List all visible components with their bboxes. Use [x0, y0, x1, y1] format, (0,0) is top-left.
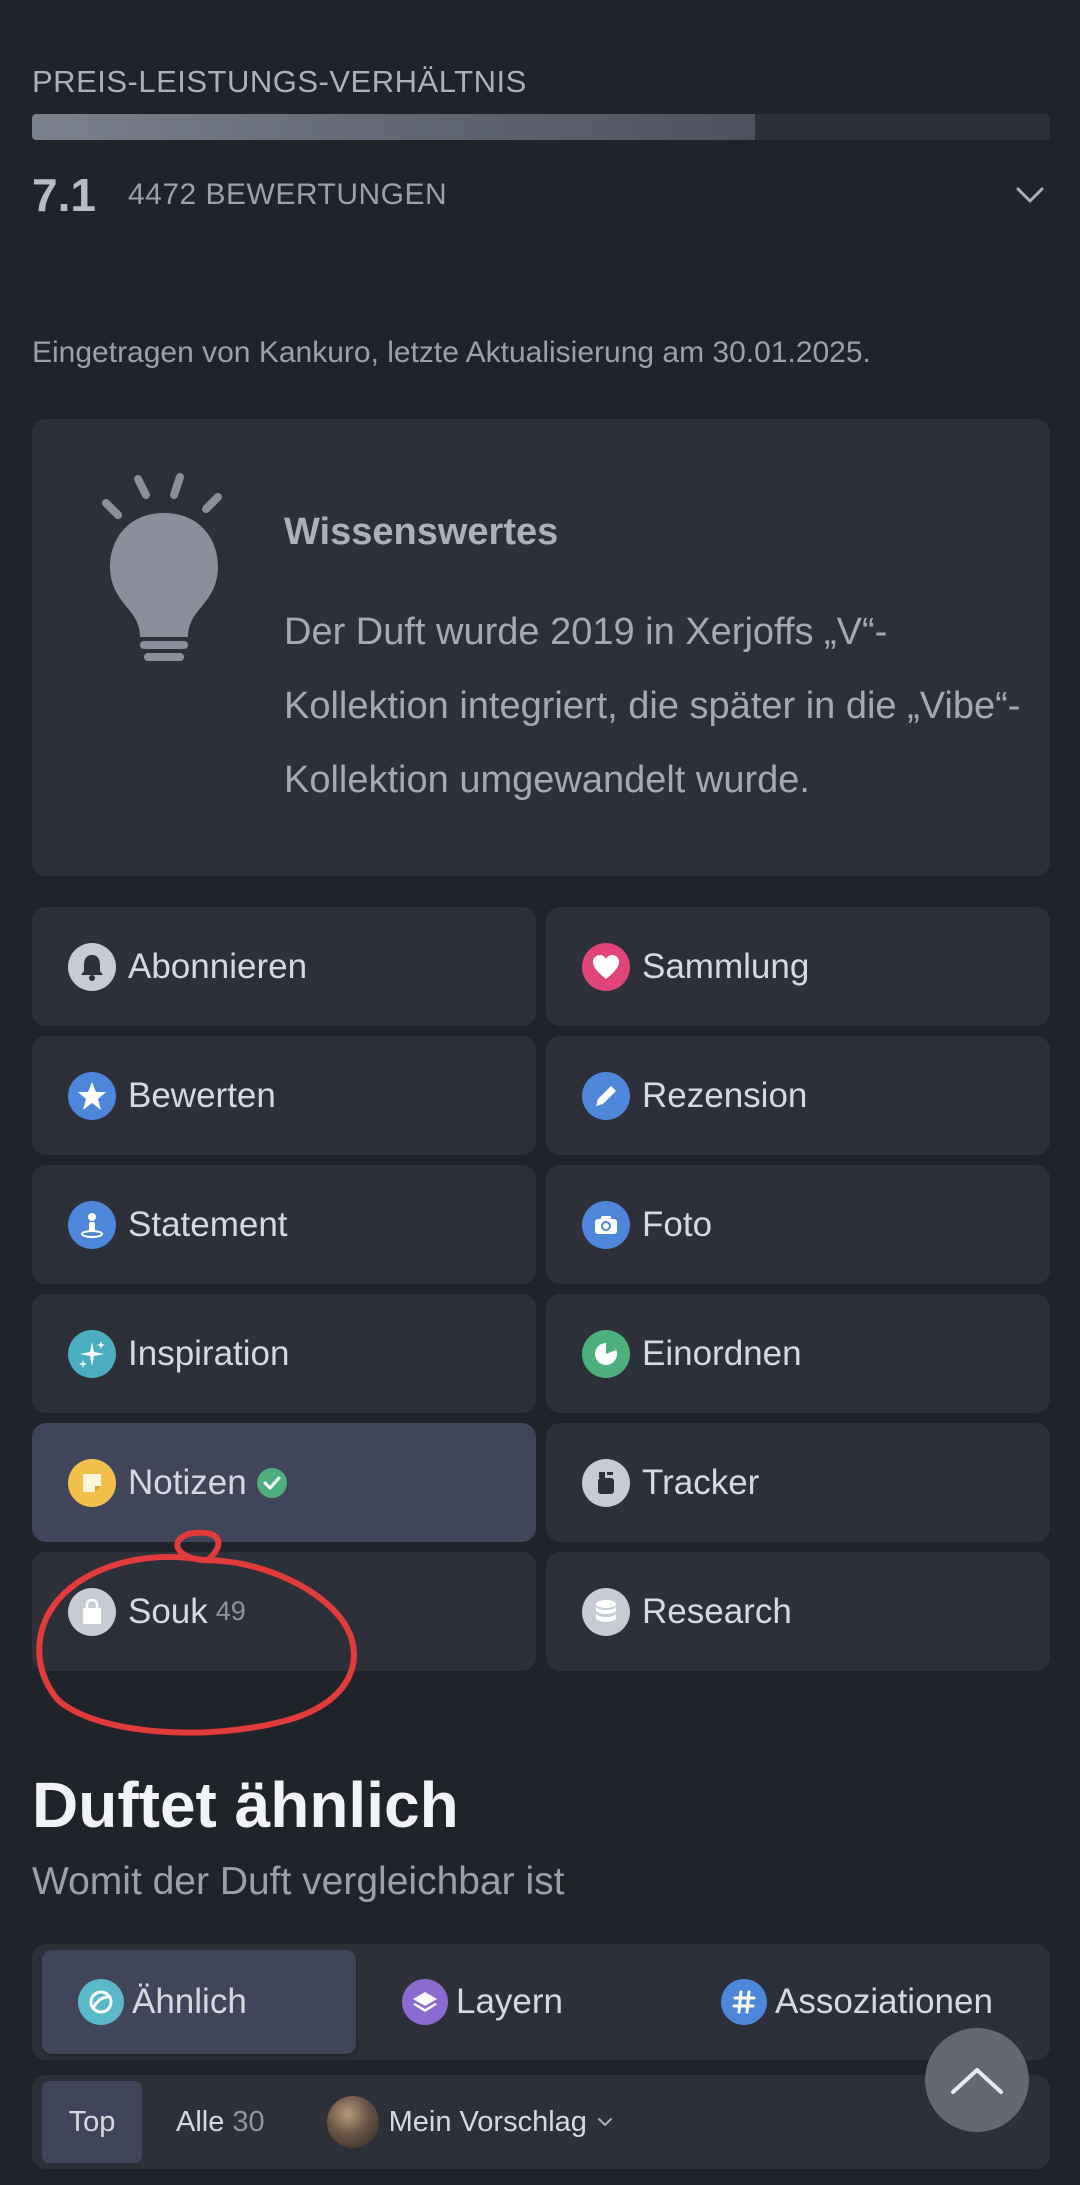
bottle-icon — [582, 1458, 630, 1507]
pie-icon — [582, 1329, 630, 1378]
subtab-my-suggestion-label: Mein Vorschlag — [388, 2105, 587, 2138]
chevron-down-icon[interactable] — [1010, 175, 1050, 215]
scroll-to-top-button[interactable] — [925, 2028, 1029, 2132]
rating-bar-fill — [32, 114, 755, 140]
inspiration-button[interactable]: Inspiration — [32, 1294, 536, 1413]
section-subtitle: Womit der Duft vergleichbar ist — [32, 1860, 565, 1903]
foto-button[interactable]: Foto — [546, 1165, 1050, 1284]
rezension-button[interactable]: Rezension — [546, 1036, 1050, 1155]
subtab-my-suggestion[interactable]: Mein Vorschlag — [326, 2096, 613, 2148]
action-label: Rezension — [642, 1075, 808, 1115]
action-label: Notizen — [128, 1462, 247, 1502]
database-icon — [582, 1587, 630, 1636]
rating-label: PREIS-LEISTUNGS-VERHÄLTNIS — [32, 64, 527, 99]
action-label: Souk — [128, 1591, 208, 1631]
notizen-button[interactable]: Notizen — [32, 1423, 536, 1542]
layers-icon — [402, 1979, 448, 2025]
rating-bar — [32, 114, 1050, 140]
action-label: Tracker — [642, 1462, 760, 1502]
heart-icon — [582, 942, 630, 991]
star-icon — [68, 1071, 116, 1120]
action-label: Statement — [128, 1204, 288, 1244]
action-label: Bewerten — [128, 1075, 276, 1115]
note-icon — [68, 1458, 116, 1507]
bewerten-button[interactable]: Bewerten — [32, 1036, 536, 1155]
action-label: Research — [642, 1591, 792, 1631]
sparkles-icon — [68, 1329, 116, 1378]
einordnen-button[interactable]: Einordnen — [546, 1294, 1050, 1413]
tab-label: Layern — [456, 1982, 564, 2021]
trivia-title: Wissenswertes — [284, 511, 559, 553]
check-icon — [256, 1467, 287, 1498]
person-icon — [68, 1200, 116, 1249]
sammlung-button[interactable]: Sammlung — [546, 907, 1050, 1026]
entry-meta: Eingetragen von Kankuro, letzte Aktualis… — [32, 336, 871, 369]
trivia-text: Der Duft wurde 2019 in Xerjoffs „V“-Koll… — [284, 611, 1021, 801]
subtab-top[interactable]: Top — [42, 2081, 142, 2163]
chevron-down-icon — [597, 2118, 612, 2127]
subtab-all-count: 30 — [232, 2105, 265, 2138]
action-label: Inspiration — [128, 1333, 290, 1373]
action-label: Sammlung — [642, 946, 810, 986]
chevron-up-icon — [951, 2068, 1003, 2094]
bag-icon — [68, 1587, 116, 1636]
souk-button[interactable]: Souk 49 — [32, 1552, 536, 1671]
tab-label: Assoziationen — [775, 1982, 993, 2021]
rating-score: 7.1 — [32, 169, 96, 221]
similar-subtabs: Top Alle 30 Mein Vorschlag — [32, 2075, 1050, 2169]
similar-tabs: Ähnlich Layern Assoziationen — [32, 1944, 1050, 2060]
action-grid: Abonnieren Sammlung Bewerten Rezension S… — [32, 907, 1050, 1671]
action-label: Einordnen — [642, 1333, 802, 1373]
rating-summary[interactable]: 7.1 4472 BEWERTUNGEN — [32, 165, 1050, 225]
tab-layern[interactable]: Layern — [402, 1950, 563, 2054]
subtab-all[interactable]: Alle 30 — [176, 2106, 265, 2139]
bell-icon — [68, 942, 116, 991]
hash-icon — [721, 1979, 768, 2025]
section-title: Duftet ähnlich — [32, 1769, 459, 1841]
action-label: Foto — [642, 1204, 713, 1244]
trivia-card: Wissenswertes Der Duft wurde 2019 in Xer… — [32, 419, 1050, 876]
tab-aehnlich[interactable]: Ähnlich — [42, 1950, 356, 2054]
pencil-icon — [582, 1071, 630, 1120]
souk-count: 49 — [215, 1596, 246, 1626]
research-button[interactable]: Research — [546, 1552, 1050, 1671]
subtab-all-label: Alle — [176, 2105, 225, 2138]
avatar — [326, 2096, 379, 2148]
lightbulb-icon — [102, 473, 222, 661]
action-label: Abonnieren — [128, 946, 308, 986]
abonnieren-button[interactable]: Abonnieren — [32, 907, 536, 1026]
tab-label: Ähnlich — [132, 1982, 247, 2021]
swirl-icon — [78, 1979, 124, 2025]
rating-count: 4472 BEWERTUNGEN — [127, 178, 448, 211]
camera-icon — [582, 1200, 630, 1249]
tracker-button[interactable]: Tracker — [546, 1423, 1050, 1542]
statement-button[interactable]: Statement — [32, 1165, 536, 1284]
